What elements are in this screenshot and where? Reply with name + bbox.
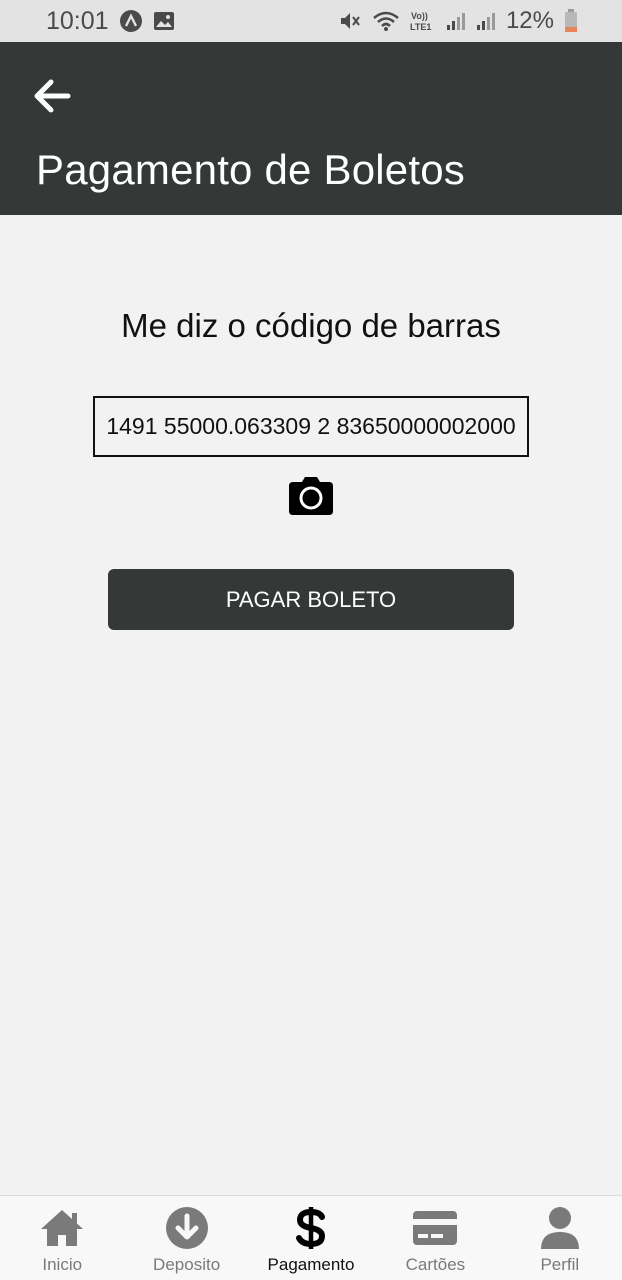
- wifi-icon: [372, 10, 400, 32]
- nav-label-pagamento: Pagamento: [267, 1255, 355, 1274]
- signal-icon: [446, 11, 466, 31]
- nav-item-perfil[interactable]: Perfil: [498, 1196, 622, 1280]
- nav-item-inicio[interactable]: Inicio: [0, 1196, 124, 1280]
- app-header: Pagamento de Boletos: [0, 42, 622, 215]
- credit-card-icon: [412, 1205, 458, 1251]
- arrow-left-icon: [34, 79, 71, 113]
- main-content: Me diz o código de barras PAGAR BOLETO: [0, 215, 622, 1195]
- nav-label-deposito: Deposito: [153, 1255, 221, 1274]
- image-icon: [153, 11, 175, 31]
- battery-percent: 12%: [505, 7, 554, 34]
- dollar-icon: [296, 1205, 326, 1251]
- barcode-prompt: Me diz o código de barras: [121, 307, 501, 344]
- status-time: 10:01: [46, 6, 109, 35]
- volte-icon: Vo)) LTE1: [410, 10, 436, 32]
- a-badge-icon: [119, 9, 143, 33]
- nav-label-perfil: Perfil: [540, 1255, 580, 1274]
- status-bar-left: 10:01: [46, 7, 175, 36]
- mute-icon: [338, 9, 362, 33]
- home-icon: [39, 1205, 85, 1251]
- nav-item-pagamento[interactable]: Pagamento: [249, 1196, 373, 1280]
- camera-icon: [289, 477, 333, 515]
- back-button[interactable]: [30, 74, 74, 118]
- bottom-navigation: Inicio Deposito Pagamento Cartões Perfil: [0, 1195, 622, 1280]
- battery-icon: [564, 9, 578, 33]
- page-title: Pagamento de Boletos: [36, 146, 465, 193]
- nav-item-cartoes[interactable]: Cartões: [373, 1196, 497, 1280]
- status-bar-right: Vo)) LTE1 12%: [338, 7, 578, 35]
- pay-boleto-button[interactable]: PAGAR BOLETO: [108, 569, 514, 630]
- nav-label-inicio: Inicio: [42, 1255, 83, 1274]
- download-circle-icon: [165, 1205, 209, 1251]
- svg-text:LTE1: LTE1: [410, 22, 431, 32]
- nav-item-deposito[interactable]: Deposito: [124, 1196, 248, 1280]
- user-icon: [540, 1205, 580, 1251]
- svg-text:Vo)): Vo)): [411, 11, 428, 21]
- signal-icon-2: [476, 11, 496, 31]
- barcode-input[interactable]: [93, 396, 529, 457]
- camera-button[interactable]: [287, 474, 335, 518]
- status-bar: 10:01 Vo)) LTE1 12%: [0, 0, 622, 42]
- nav-label-cartoes: Cartões: [405, 1255, 466, 1274]
